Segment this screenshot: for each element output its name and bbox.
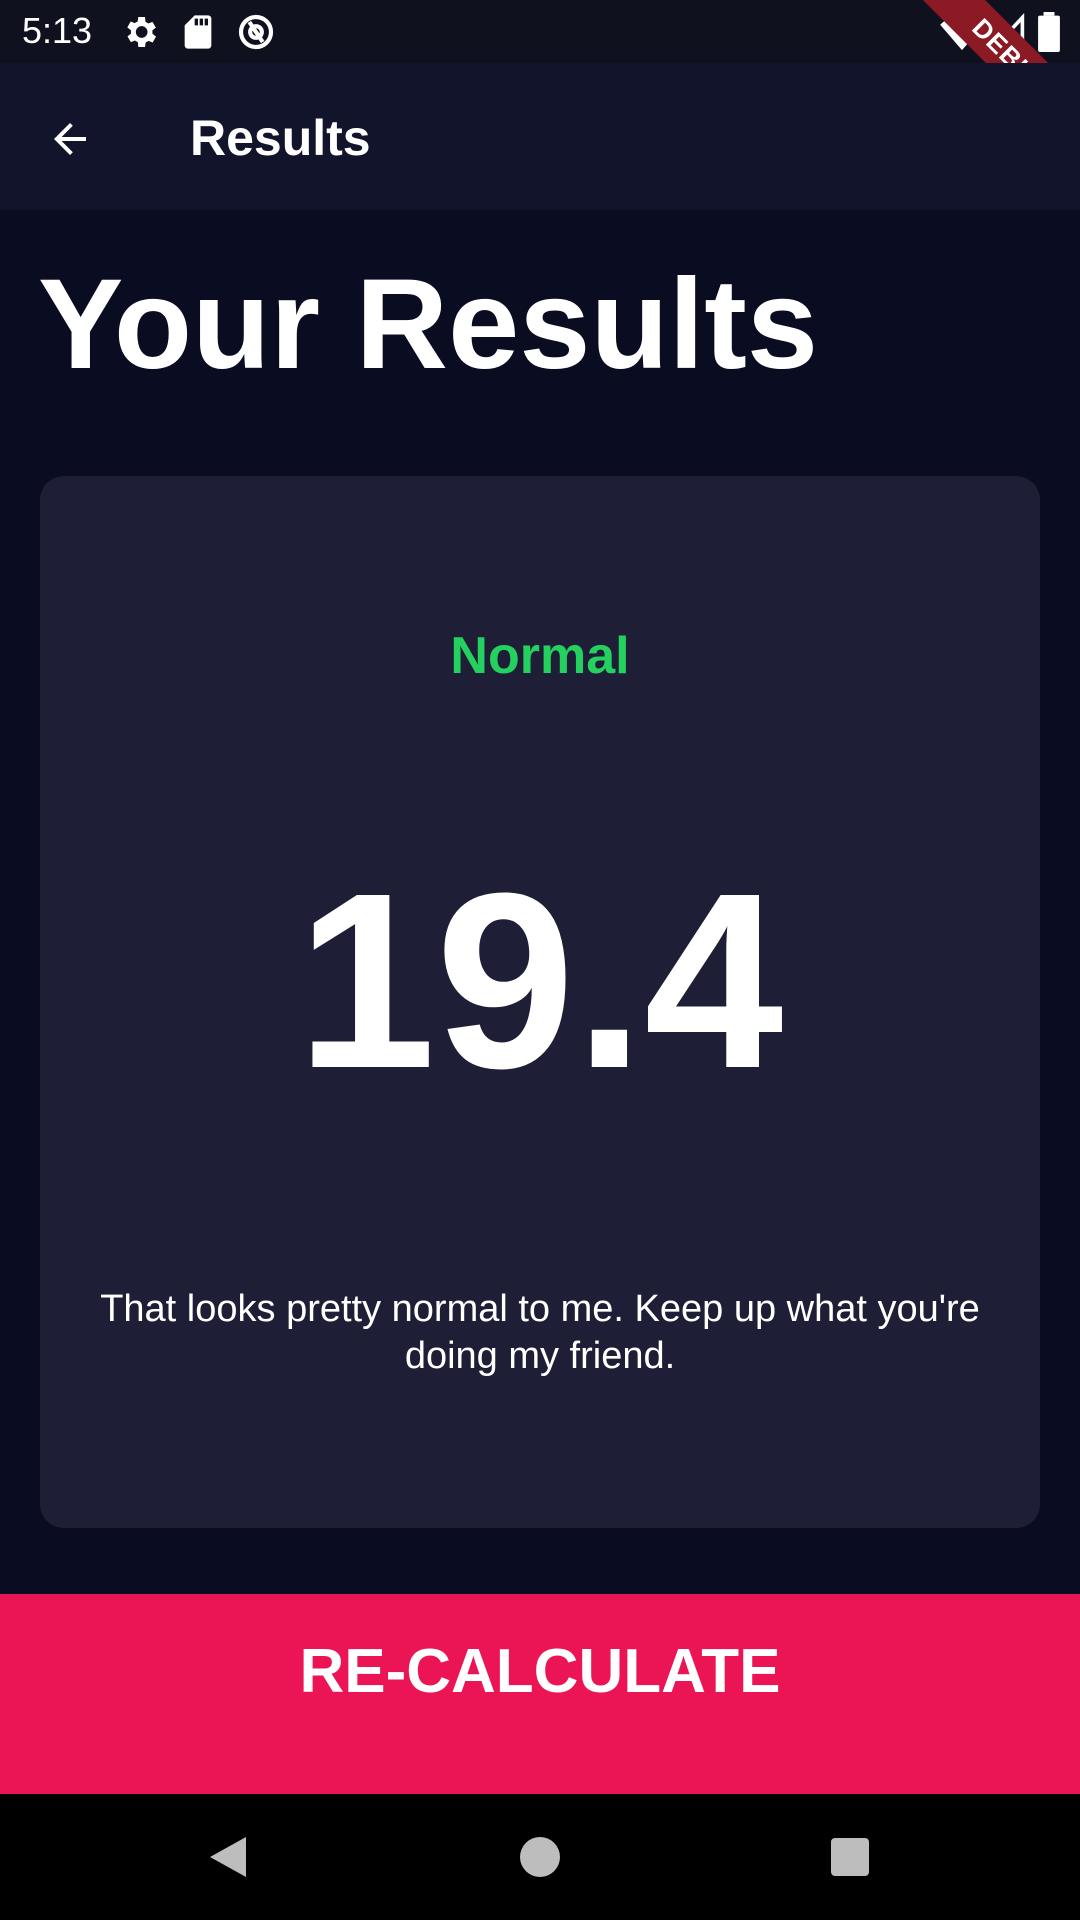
arrow-back-icon [54, 123, 86, 155]
back-triangle-icon[interactable] [198, 1829, 258, 1885]
battery-icon [1038, 12, 1060, 52]
bmi-value: 19.4 [296, 841, 784, 1120]
app-bar: Results [0, 63, 1080, 210]
app-bar-title: Results [190, 110, 371, 166]
result-card: Normal 19.4 That looks pretty normal to … [40, 476, 1040, 1528]
sd-card-icon [178, 12, 218, 52]
system-nav-bar [0, 1794, 1080, 1920]
page-title: Your Results [38, 253, 818, 396]
status-time: 5:13 [22, 10, 93, 51]
result-message: That looks pretty normal to me. Keep up … [100, 1288, 980, 1377]
at-sign-icon [236, 12, 276, 52]
signal-icon [989, 12, 1026, 52]
gear-icon [120, 12, 160, 52]
results-screen: 5:13 DEBUG Results Your Results Normal 1… [0, 0, 1080, 1920]
recents-square-icon[interactable] [820, 1829, 880, 1885]
back-button[interactable] [30, 99, 110, 179]
result-status-label: Normal [450, 627, 630, 685]
status-bar: 5:13 [0, 0, 1080, 63]
wifi-icon [940, 12, 984, 52]
home-circle-icon[interactable] [510, 1829, 570, 1885]
recalculate-button[interactable]: RE-CALCULATE [0, 1594, 1080, 1794]
